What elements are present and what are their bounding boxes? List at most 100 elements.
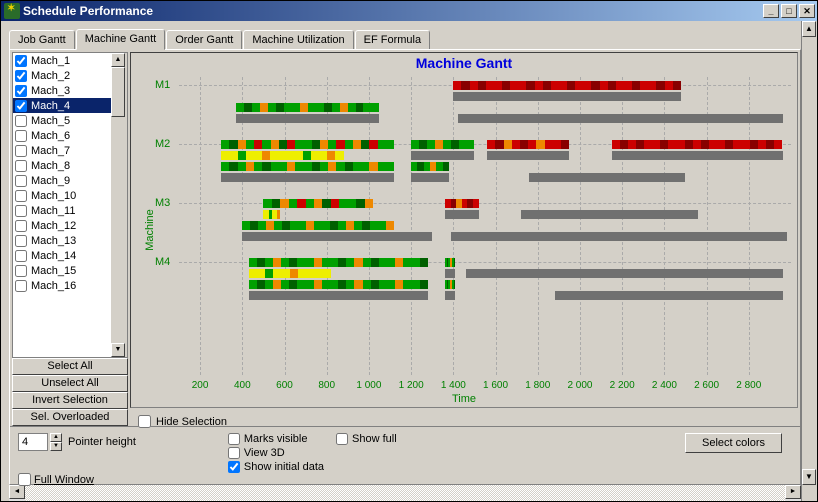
machine-item[interactable]: Mach_16 [13,278,111,293]
gantt-bar [453,81,681,90]
horizontal-scrollbar[interactable]: ◄ ► [9,485,801,501]
machine-list: Mach_1Mach_2Mach_3Mach_4Mach_5Mach_6Mach… [12,52,128,358]
x-tick: 2 600 [694,380,719,391]
x-tick: 1 800 [525,380,550,391]
select-colors-button[interactable]: Select colors [685,433,782,453]
machine-item[interactable]: Mach_10 [13,188,111,203]
gantt-bar [445,269,456,278]
gantt-bar [411,162,449,171]
gantt-bar [521,210,698,219]
tab-ef-formula[interactable]: EF Formula [355,30,430,49]
scroll-down-icon[interactable]: ▼ [802,469,816,485]
gantt-bar [249,258,428,267]
machine-item[interactable]: Mach_8 [13,158,111,173]
vertical-scrollbar[interactable]: ▲ ▼ [801,21,817,501]
tab-job-gantt[interactable]: Job Gantt [9,30,75,49]
x-tick: 400 [234,380,251,391]
gantt-bar [612,140,783,149]
machine-panel: Mach_1Mach_2Mach_3Mach_4Mach_5Mach_6Mach… [10,50,128,426]
gantt-bar [411,140,474,149]
close-button[interactable]: ✕ [799,4,815,18]
tab-machine-utilization[interactable]: Machine Utilization [243,30,353,49]
scroll-up-icon[interactable]: ▲ [111,53,125,67]
machine-item[interactable]: Mach_5 [13,113,111,128]
machine-item[interactable]: Mach_6 [13,128,111,143]
machine-item[interactable]: Mach_7 [13,143,111,158]
scroll-down-icon[interactable]: ▼ [111,343,125,357]
gantt-bar [236,103,380,112]
scroll-thumb[interactable] [111,67,125,117]
gantt-bar [249,269,331,278]
machine-item[interactable]: Mach_4 [13,98,111,113]
machine-item[interactable]: Mach_12 [13,218,111,233]
machine-item[interactable]: Mach_3 [13,83,111,98]
tab-order-gantt[interactable]: Order Gantt [166,30,242,49]
scroll-right-icon[interactable]: ► [785,485,801,499]
app-icon [4,3,20,19]
machine-item[interactable]: Mach_2 [13,68,111,83]
spinner-down-icon[interactable]: ▼ [50,442,62,451]
gantt-bar [451,232,787,241]
chart-title: Machine Gantt [131,55,797,71]
gantt-bar [411,151,474,160]
marks-visible-checkbox[interactable]: Marks visible [228,433,324,445]
x-tick: 1 000 [356,380,381,391]
gantt-bar [487,140,569,149]
gantt-bar [263,199,373,208]
x-tick: 2 000 [567,380,592,391]
x-tick: 2 800 [736,380,761,391]
gantt-bar [236,114,380,123]
pointer-height-input[interactable] [18,433,48,451]
gantt-bar [242,221,394,230]
gantt-bar [466,269,783,278]
x-tick: 1 200 [399,380,424,391]
gantt-bar [445,199,479,208]
hide-selection-checkbox[interactable]: Hide Selection [138,415,227,428]
gantt-bar [487,151,569,160]
tab-machine-gantt[interactable]: Machine Gantt [76,29,166,50]
unselect-all-button[interactable]: Unselect All [12,375,128,392]
app-window: Schedule Performance _ □ ✕ Job GanttMach… [0,0,818,502]
show-initial-checkbox[interactable]: Show initial data [228,461,324,473]
spinner-up-icon[interactable]: ▲ [50,433,62,442]
machine-item[interactable]: Mach_11 [13,203,111,218]
pointer-height-label: Pointer height [68,436,136,448]
gantt-bar [555,291,783,300]
machine-item[interactable]: Mach_14 [13,248,111,263]
tab-strip: Job GanttMachine GanttOrder GanttMachine… [9,27,801,49]
show-full-checkbox[interactable]: Show full [336,433,397,445]
gantt-bar [612,151,783,160]
machine-item[interactable]: Mach_13 [13,233,111,248]
machine-item[interactable]: Mach_9 [13,173,111,188]
machine-item[interactable]: Mach_15 [13,263,111,278]
y-tick: M2 [155,138,170,150]
invert-selection-button[interactable]: Invert Selection [12,392,128,409]
gantt-bar [221,151,343,160]
maximize-button[interactable]: □ [781,4,797,18]
gantt-chart: Machine Gantt Machine Time 2004006008001… [130,52,798,408]
x-axis-label: Time [452,393,476,405]
gantt-bar [263,210,280,219]
x-tick: 1 400 [441,380,466,391]
scroll-up-icon[interactable]: ▲ [802,21,816,37]
x-tick: 2 200 [610,380,635,391]
minimize-button[interactable]: _ [763,4,779,18]
y-tick: M1 [155,79,170,91]
gantt-bar [458,114,783,123]
sel-overloaded-button[interactable]: Sel. Overloaded [12,409,128,426]
gantt-bar [249,291,428,300]
gantt-bar [221,162,394,171]
tab-body: Mach_1Mach_2Mach_3Mach_4Mach_5Mach_6Mach… [9,49,801,485]
gantt-bar [529,173,685,182]
y-axis-label: Machine [144,209,156,251]
machine-item[interactable]: Mach_1 [13,53,111,68]
gantt-bar [445,258,456,267]
x-tick: 200 [192,380,209,391]
scroll-left-icon[interactable]: ◄ [9,485,25,499]
titlebar: Schedule Performance _ □ ✕ [1,1,817,21]
gantt-bar [445,280,456,289]
full-window-checkbox[interactable]: Full Window [18,473,136,486]
machine-list-scrollbar[interactable]: ▲ ▼ [111,53,127,357]
select-all-button[interactable]: Select All [12,358,128,375]
view-3d-checkbox[interactable]: View 3D [228,447,324,459]
